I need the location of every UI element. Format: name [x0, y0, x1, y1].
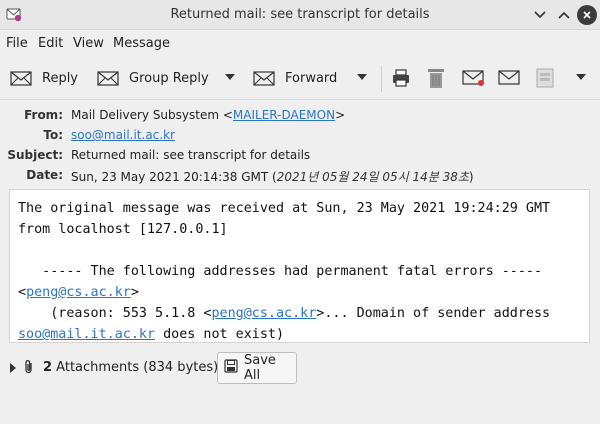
message-text: The original message was received at Sun…	[18, 198, 551, 342]
date-text: Sun, 23 May 2021 20:14:38 GMT (	[71, 170, 277, 184]
save-all-button[interactable]: Save All	[217, 352, 297, 384]
subject-label: Subject:	[7, 148, 63, 162]
attachment-count: 2	[43, 360, 53, 375]
date-local: 2021년 05월 24일 05시 14분 38초	[276, 170, 469, 184]
date-row: Date: Sun, 23 May 2021 20:14:38 GMT (202…	[0, 166, 600, 186]
soo-link[interactable]: soo@mail.it.ac.kr	[18, 327, 155, 342]
mail-icon	[498, 68, 522, 88]
body-line-5-pre: (reason: 553 5.1.8 <	[18, 306, 212, 321]
toolbar: Reply Group Reply Forward	[0, 56, 600, 100]
forward-label: Forward	[285, 70, 338, 86]
body-line-2: from localhost [127.0.0.1]	[18, 222, 228, 237]
forward-icon	[253, 69, 275, 87]
peng-link[interactable]: peng@cs.ac.kr	[26, 285, 131, 300]
body-line-4-pre: <	[18, 285, 27, 300]
from-address-link[interactable]: MAILER-DAEMON	[233, 108, 335, 122]
from-label: From:	[24, 108, 63, 122]
subject-value: Returned mail: see transcript for detail…	[71, 148, 311, 162]
from-row: From: Mail Delivery Subsystem <MAILER-DA…	[0, 106, 600, 126]
toolbar-separator	[381, 66, 382, 92]
forward-dropdown[interactable]	[357, 74, 367, 80]
date-label: Date:	[26, 168, 63, 182]
body-line-6-post: does not exist)	[155, 327, 285, 342]
menu-file[interactable]: File	[6, 36, 28, 51]
maximize-button[interactable]	[554, 5, 574, 25]
attachments-expand-toggle[interactable]	[10, 363, 16, 373]
body-line-1: The original message was received at Sun…	[18, 201, 551, 216]
group-reply-dropdown[interactable]	[225, 74, 235, 80]
subject-row: Subject: Returned mail: see transcript f…	[0, 146, 600, 166]
trash-icon	[427, 67, 445, 89]
print-icon	[391, 68, 411, 88]
mark-button[interactable]	[462, 65, 486, 91]
group-reply-icon	[97, 69, 119, 87]
title-bar: Returned mail: see transcript for detail…	[0, 0, 600, 30]
body-line-3: ----- The following addresses had perman…	[18, 264, 543, 279]
to-address-link[interactable]: soo@mail.it.ac.kr	[71, 128, 175, 142]
overflow-menu-dropdown[interactable]	[576, 74, 586, 80]
reply-icon	[10, 69, 32, 87]
group-reply-label: Group Reply	[129, 70, 209, 86]
from-name: Mail Delivery Subsystem <	[71, 108, 233, 122]
close-icon	[583, 11, 591, 19]
window-title: Returned mail: see transcript for detail…	[170, 7, 430, 22]
save-all-label: Save All	[244, 353, 276, 383]
print-button[interactable]	[391, 65, 411, 91]
body-line-4-post: >	[130, 285, 139, 300]
menu-view[interactable]: View	[73, 36, 104, 51]
save-icon	[224, 359, 238, 377]
close-button[interactable]	[577, 5, 597, 25]
forward-button[interactable]: Forward	[253, 65, 337, 91]
reply-button[interactable]: Reply	[10, 65, 78, 91]
to-row: To: soo@mail.it.ac.kr	[0, 126, 600, 146]
to-label: To:	[43, 128, 63, 142]
attachment-bar: 2 Attachments (834 bytes) Save All	[0, 343, 600, 424]
body-line-5-post: >... Domain of sender address	[316, 306, 551, 321]
delete-button[interactable]	[427, 65, 445, 91]
reply-label: Reply	[42, 70, 79, 86]
message-body[interactable]: The original message was received at Sun…	[9, 189, 590, 343]
attachments-summary[interactable]: 2 Attachments (834 bytes)	[43, 360, 218, 375]
menu-message[interactable]: Message	[113, 36, 170, 51]
archive-icon	[535, 67, 555, 89]
menu-edit[interactable]: Edit	[38, 36, 63, 51]
mail-button[interactable]	[498, 65, 522, 91]
menu-bar: File Edit View Message	[0, 30, 600, 56]
from-suffix: >	[335, 108, 346, 122]
attachment-label: Attachments (834 bytes)	[52, 360, 219, 375]
paperclip-icon	[23, 359, 35, 379]
date-suffix: )	[468, 170, 474, 184]
minimize-button[interactable]	[530, 5, 550, 25]
date-value: Sun, 23 May 2021 20:14:38 GMT (2021년 05월…	[71, 168, 474, 185]
peng-link-2[interactable]: peng@cs.ac.kr	[211, 306, 316, 321]
archive-button[interactable]	[535, 65, 555, 91]
from-value: Mail Delivery Subsystem <MAILER-DAEMON>	[71, 108, 345, 122]
mail-flag-icon	[462, 68, 486, 88]
group-reply-button[interactable]: Group Reply	[97, 65, 209, 91]
